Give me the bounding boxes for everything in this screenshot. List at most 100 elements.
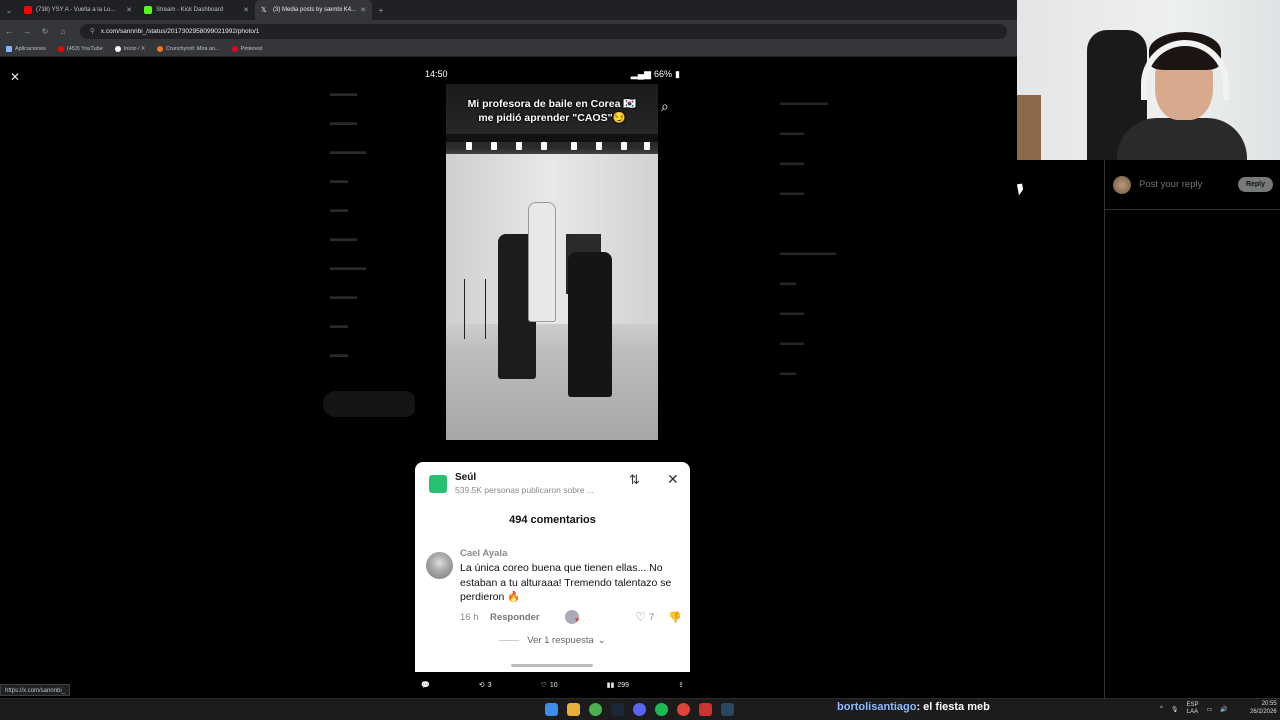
heart-icon: ♡ xyxy=(540,682,547,689)
chevron-up-icon[interactable]: ^ xyxy=(1160,706,1163,712)
dancer-right xyxy=(568,252,612,397)
forward-icon[interactable]: → xyxy=(18,27,36,36)
dislike-icon[interactable]: 👎 xyxy=(668,611,682,624)
caption-line-2: me pidió aprender "CAOS"😏 xyxy=(478,112,626,124)
bookmark-x[interactable]: Inicio / X xyxy=(114,46,145,52)
chat-username: bortolisantiago xyxy=(837,701,917,713)
site-info-icon[interactable]: ⚲ xyxy=(90,27,95,35)
close-icon[interactable]: ✕ xyxy=(667,471,679,488)
liked-by-creator-icon: ♥ xyxy=(565,610,579,624)
like-button[interactable]: ♡ 7 xyxy=(635,610,654,624)
tab-x-media[interactable]: 𝕏 (3) Media posts by sæmbi K4... ✕ xyxy=(255,0,372,20)
address-bar: ← → ↻ ⌂ ⚲ x.com/sannnbi_/status/20173029… xyxy=(0,20,1017,42)
chat-message: : el fiesta meb xyxy=(916,701,990,713)
clock-date: 26/2/2026 xyxy=(1250,709,1277,715)
tab-kick[interactable]: Stream - Kick Dashboard ✕ xyxy=(138,0,255,20)
dimmed-sidebar-nav: ▬▬▬ ▬▬▬ ▬▬▬▬ ▬▬ ▬▬ ▬▬▬ ▬▬▬▬ ▬▬▬ ▬▬ ▬▬ xyxy=(330,88,366,359)
reply-panel: Post your reply Reply xyxy=(1104,160,1280,698)
comment-meta: 16 h Responder ♥ ♡ 7 👎 xyxy=(460,610,682,624)
taskbar xyxy=(0,698,1280,720)
video-content: Mi profesora de baile en Corea 🇰🇷 me pid… xyxy=(446,84,658,440)
microphone-icon[interactable]: 🎙 xyxy=(1171,706,1179,713)
tab-youtube[interactable]: (738) YSY A - Vuelta a la Lu... ✕ xyxy=(18,0,138,20)
apps-icon xyxy=(6,46,12,52)
place-subtitle: 539.5K personas publicaron sobre ... xyxy=(455,485,594,495)
volume-icon[interactable]: 🔊 xyxy=(1220,706,1227,713)
discord-icon[interactable] xyxy=(633,703,646,716)
view-replies-label: Ver 1 respuesta xyxy=(527,635,594,646)
bookmark-pinterest[interactable]: Pinterest xyxy=(231,46,263,52)
x-icon: 𝕏 xyxy=(261,7,267,14)
dancer-back xyxy=(528,202,556,322)
spotify-icon[interactable] xyxy=(655,703,668,716)
comments-sheet: Seúl 539.5K personas publicaron sobre ..… xyxy=(415,462,690,672)
reply-action[interactable]: 💬 xyxy=(421,681,430,689)
clock[interactable]: 20:55 26/2/2026 xyxy=(1250,700,1277,716)
reply-input[interactable]: Post your reply xyxy=(1139,179,1230,190)
app-icon[interactable] xyxy=(699,703,712,716)
lang-top: ESP xyxy=(1186,702,1199,708)
comment-time: 16 h xyxy=(460,611,479,623)
system-tray: ^ 🎙 ESP LAA ▭ 🔊 xyxy=(1160,702,1228,716)
windows-start-icon[interactable] xyxy=(545,703,558,716)
network-icon[interactable]: ▭ xyxy=(1206,706,1212,713)
bookmark-label: Pinterest xyxy=(240,46,263,52)
repost-count: 3 xyxy=(487,681,492,689)
like-action[interactable]: ♡ 10 xyxy=(540,681,558,690)
close-icon[interactable]: ✕ xyxy=(10,70,20,84)
tab-label: (3) Media posts by sæmbi K4... xyxy=(273,7,357,13)
reply-button[interactable]: Responder xyxy=(490,612,565,623)
x-icon xyxy=(114,46,121,52)
phone-time: 14:50 xyxy=(425,69,448,79)
search-icon[interactable]: ⌕ xyxy=(661,98,669,115)
language-indicator[interactable]: ESP LAA xyxy=(1186,702,1198,716)
sort-icon[interactable]: ⇅ xyxy=(629,472,640,488)
home-indicator xyxy=(511,664,593,667)
like-count: 10 xyxy=(549,681,558,689)
video-caption: Mi profesora de baile en Corea 🇰🇷 me pid… xyxy=(446,97,658,125)
heart-icon: ♡ xyxy=(635,610,646,624)
tab-label: (738) YSY A - Vuelta a la Lu... xyxy=(36,7,116,13)
share-action[interactable]: ⇪ xyxy=(678,681,684,689)
bookmark-label: (453) YouTube xyxy=(66,46,103,52)
bookmarks-bar: Aplicaciones (453) YouTube Inicio / X Cr… xyxy=(0,42,1017,57)
dimmed-post-button xyxy=(323,391,418,417)
reply-button[interactable]: Reply xyxy=(1237,177,1273,192)
bookmark-apps[interactable]: Aplicaciones xyxy=(6,46,46,52)
webcam-overlay xyxy=(1017,0,1280,160)
views-action[interactable]: ▮▮ 299 xyxy=(606,681,629,690)
views-icon: ▮▮ xyxy=(606,682,615,689)
steam-icon[interactable] xyxy=(721,703,734,716)
chrome-icon[interactable] xyxy=(677,703,690,716)
spot-light xyxy=(516,142,522,150)
comment-username[interactable]: Cael Ayala xyxy=(460,548,507,559)
bookmark-youtube[interactable]: (453) YouTube xyxy=(57,46,103,52)
close-icon[interactable]: ✕ xyxy=(243,6,249,14)
tab-list-icon[interactable]: ⌄ xyxy=(0,6,18,15)
youtube-icon xyxy=(57,46,64,52)
place-name[interactable]: Seúl xyxy=(455,472,476,483)
comment-icon: 💬 xyxy=(421,682,430,689)
view-replies-button[interactable]: Ver 1 respuesta ⌄ xyxy=(415,635,690,646)
spot-light xyxy=(466,142,472,150)
caption-line-1: Mi profesora de baile en Corea 🇰🇷 xyxy=(467,98,637,110)
steam-icon[interactable] xyxy=(611,703,624,716)
back-icon[interactable]: ← xyxy=(0,27,18,36)
clock-time: 20:55 xyxy=(1261,701,1277,707)
lang-bottom: LAA xyxy=(1186,709,1199,715)
tab-label: Stream - Kick Dashboard xyxy=(156,7,224,13)
avatar[interactable] xyxy=(426,552,453,579)
comment-text: La única coreo buena que tienen ellas...… xyxy=(460,562,672,603)
url-field[interactable]: ⚲ x.com/sannnbi_/status/2017302958099021… xyxy=(80,23,1007,39)
signal-icon: ▂▄▆ xyxy=(630,68,652,79)
new-tab-icon[interactable]: + xyxy=(372,6,390,15)
close-icon[interactable]: ✕ xyxy=(126,6,132,14)
reload-icon[interactable]: ↻ xyxy=(36,27,54,36)
repost-action[interactable]: ⟲ 3 xyxy=(479,681,492,690)
bookmark-crunchyroll[interactable]: Crunchyroll: Mira an... xyxy=(156,46,220,52)
home-icon[interactable]: ⌂ xyxy=(54,27,72,36)
screen: ⌄ (738) YSY A - Vuelta a la Lu... ✕ Stre… xyxy=(0,0,1280,720)
chrome-icon[interactable] xyxy=(589,703,602,716)
file-explorer-icon[interactable] xyxy=(567,703,580,716)
close-icon[interactable]: ✕ xyxy=(360,6,366,14)
